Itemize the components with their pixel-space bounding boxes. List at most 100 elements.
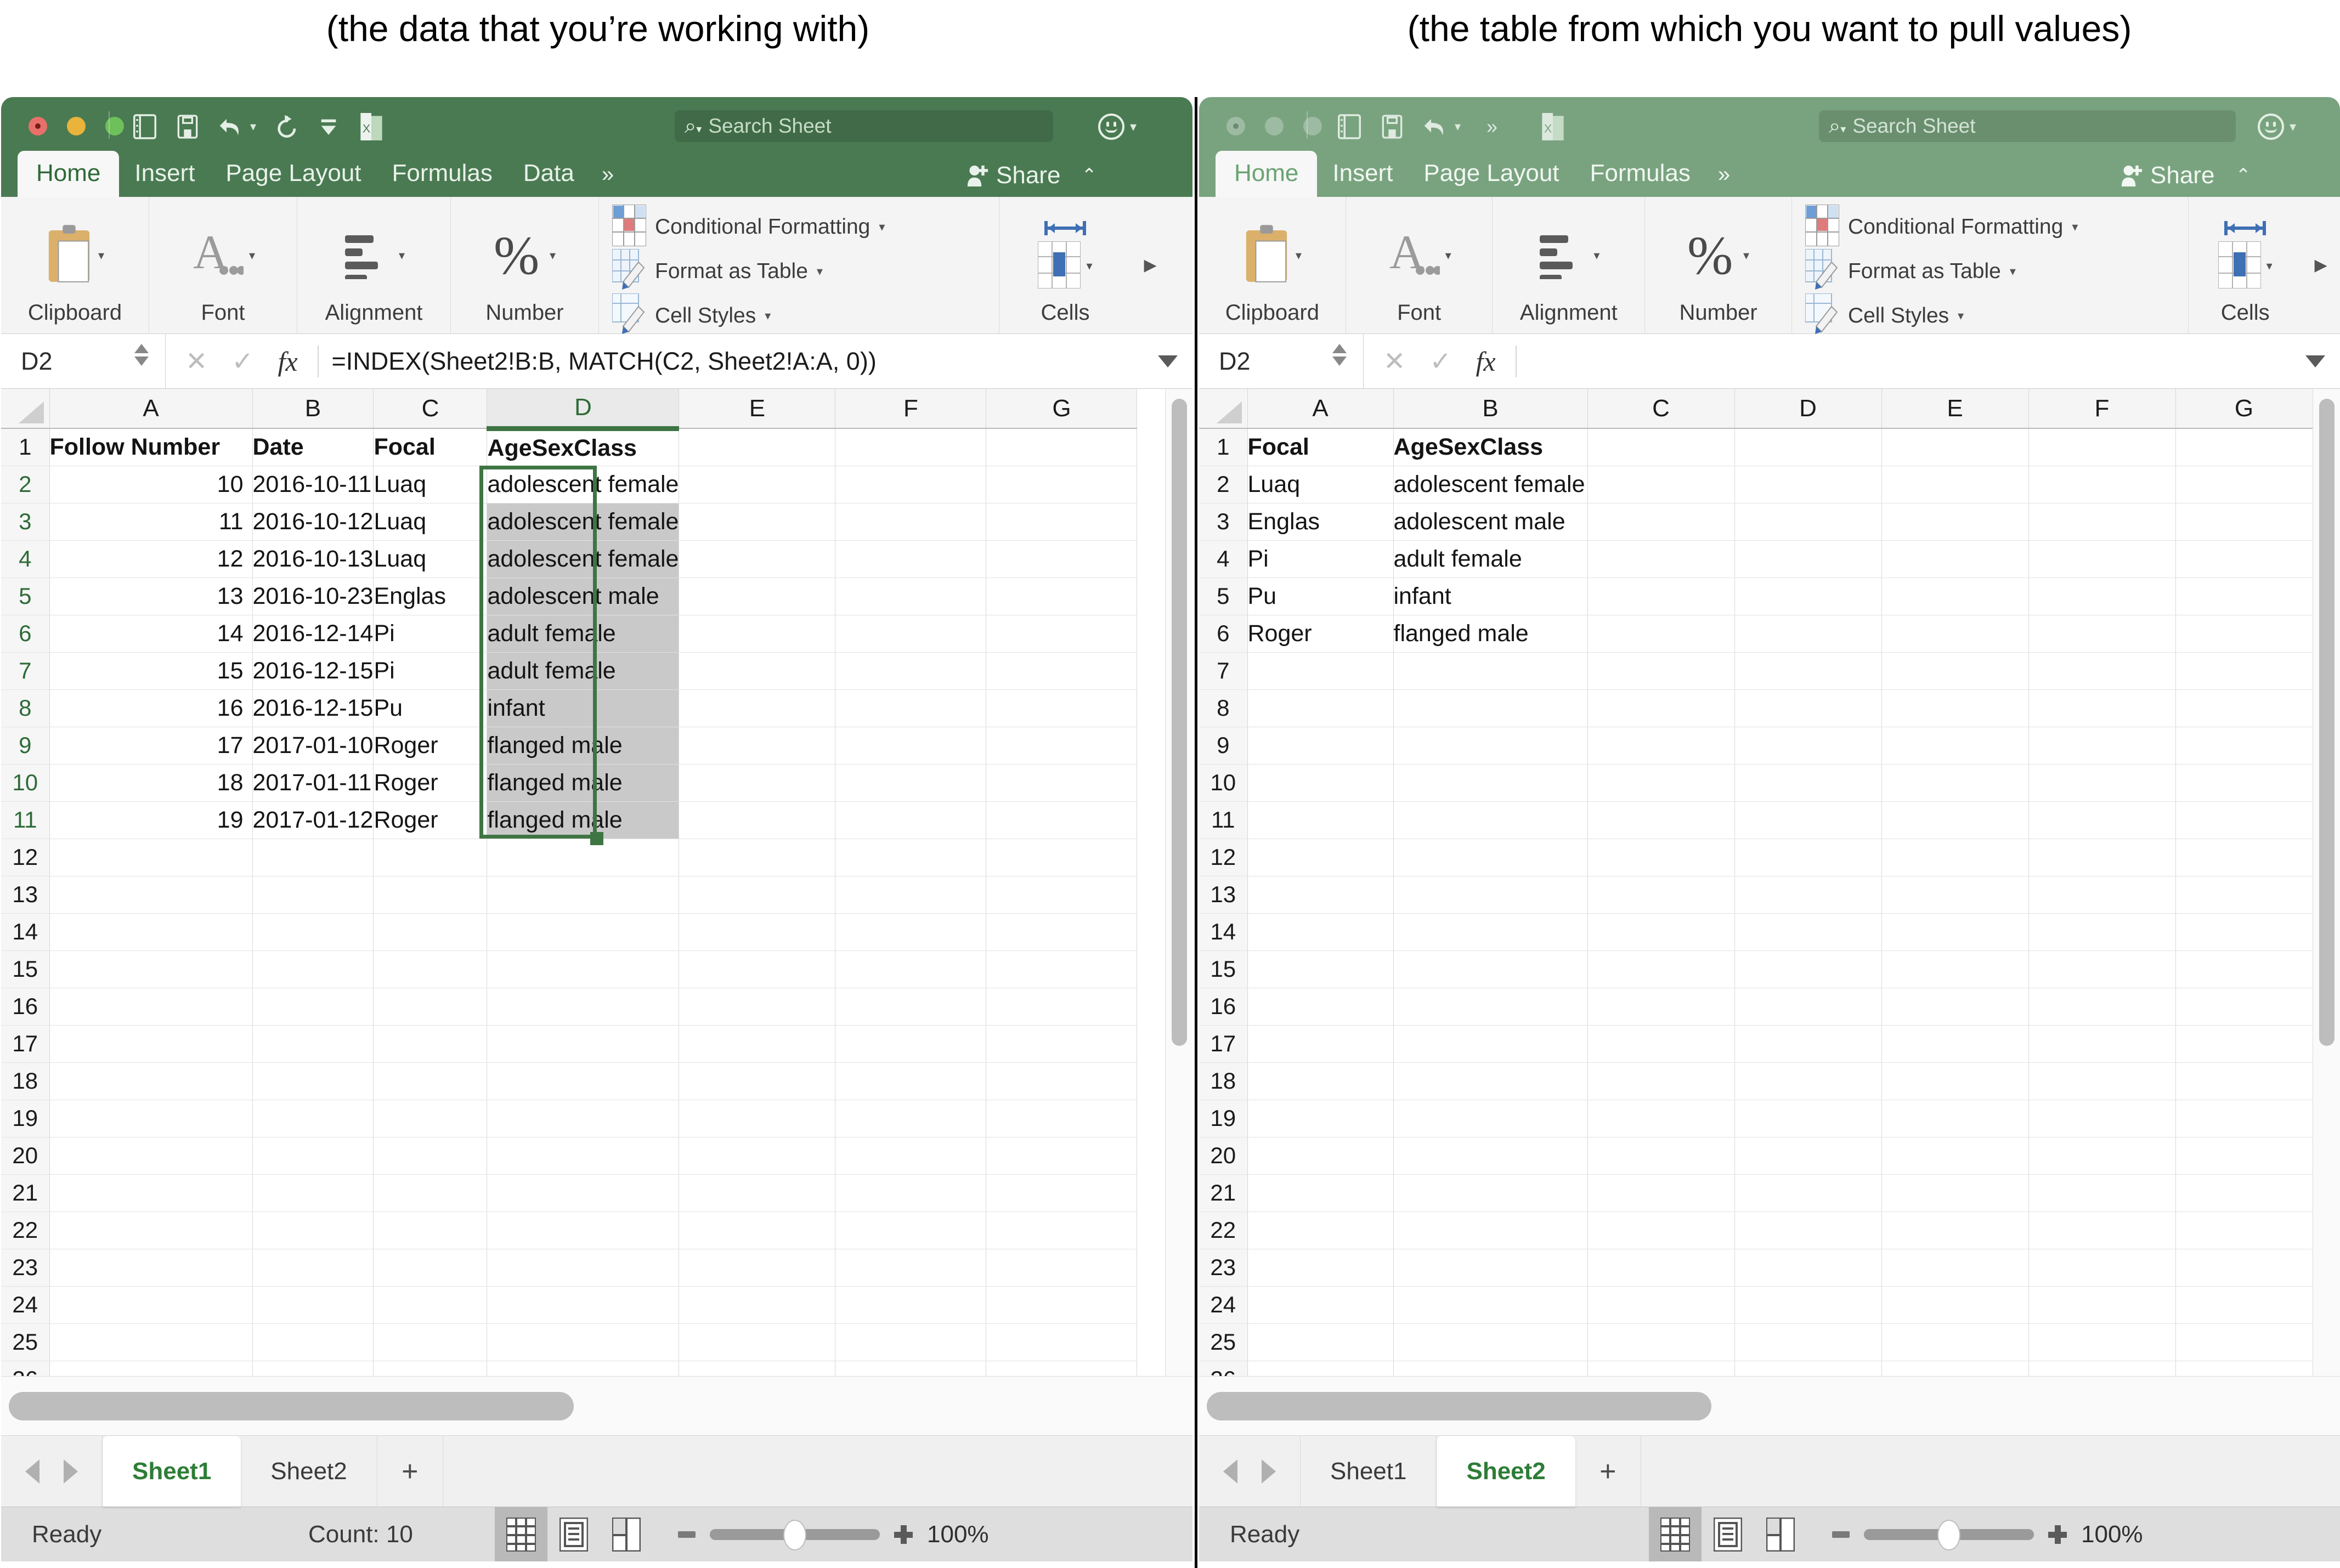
cell-g26[interactable]: [986, 1361, 1138, 1376]
cell-g8[interactable]: [2175, 689, 2313, 727]
cell-a2[interactable]: 10: [49, 466, 253, 503]
right-vertical-scroll-thumb[interactable]: [2319, 399, 2335, 1046]
row-header-18[interactable]: 18: [1, 1062, 50, 1100]
cell-g25[interactable]: [2175, 1323, 2313, 1361]
formula-input[interactable]: [1517, 334, 2291, 388]
feedback-smiley-button[interactable]: ▾: [2258, 114, 2296, 140]
cell-f7[interactable]: [2028, 652, 2176, 690]
cell-d12[interactable]: [1734, 839, 1882, 876]
cell-d13[interactable]: [1734, 876, 1882, 914]
tab-formulas[interactable]: Formulas: [1575, 152, 1706, 197]
cell-g6[interactable]: [986, 615, 1138, 653]
cell-g5[interactable]: [2175, 578, 2313, 615]
cell-a3[interactable]: 11: [49, 503, 253, 541]
cell-g16[interactable]: [2175, 988, 2313, 1026]
cell-a8[interactable]: 16: [49, 689, 253, 727]
cell-d8[interactable]: infant: [487, 689, 680, 727]
cell-d20[interactable]: [1734, 1137, 1882, 1175]
row-header-26[interactable]: 26: [1199, 1361, 1248, 1376]
accept-icon[interactable]: ✓: [231, 346, 253, 377]
cell-e11[interactable]: [1881, 801, 2029, 839]
conditional-formatting-caret-icon[interactable]: ▾: [879, 220, 885, 234]
row-header-2[interactable]: 2: [1, 466, 50, 503]
row-header-6[interactable]: 6: [1, 615, 50, 653]
cell-g6[interactable]: [2175, 615, 2313, 653]
cell-g11[interactable]: [986, 801, 1138, 839]
conditional-formatting-button[interactable]: Conditional Formatting ▾: [612, 204, 999, 249]
tab-page-layout[interactable]: Page Layout: [210, 152, 376, 197]
row-header-24[interactable]: 24: [1, 1286, 50, 1324]
cell-g4[interactable]: [986, 540, 1138, 578]
ribbon-scroll-right-icon[interactable]: ▶: [2302, 197, 2340, 333]
row-header-22[interactable]: 22: [1, 1212, 50, 1249]
cell-c1[interactable]: Focal: [373, 428, 488, 466]
cell-d17[interactable]: [487, 1025, 680, 1063]
row-header-19[interactable]: 19: [1199, 1100, 1248, 1137]
accept-icon[interactable]: ✓: [1429, 346, 1451, 377]
next-sheet-icon[interactable]: [1262, 1459, 1276, 1484]
cell-c8[interactable]: Pu: [373, 689, 488, 727]
row-header-24[interactable]: 24: [1199, 1286, 1248, 1324]
cell-a1[interactable]: Focal: [1247, 428, 1394, 466]
ribbon-scroll-right-icon[interactable]: ▶: [1131, 197, 1169, 333]
cell-e25[interactable]: [679, 1323, 836, 1361]
row-header-3[interactable]: 3: [1199, 503, 1248, 541]
cell-g13[interactable]: [2175, 876, 2313, 914]
cell-d5[interactable]: [1734, 578, 1882, 615]
cell-a4[interactable]: 12: [49, 540, 253, 578]
cell-d21[interactable]: [487, 1174, 680, 1212]
cell-f11[interactable]: [2028, 801, 2176, 839]
cell-b24[interactable]: [1393, 1286, 1588, 1324]
row-header-16[interactable]: 16: [1199, 988, 1248, 1026]
cell-c9[interactable]: [1587, 727, 1735, 765]
page-break-view-icon[interactable]: [600, 1507, 653, 1561]
sheet-tab-sheet2[interactable]: Sheet2: [1437, 1436, 1575, 1507]
cell-b6[interactable]: 2016-12-14: [252, 615, 374, 653]
cell-d6[interactable]: [1734, 615, 1882, 653]
cell-g18[interactable]: [986, 1062, 1138, 1100]
cell-e16[interactable]: [679, 988, 836, 1026]
cell-c19[interactable]: [373, 1100, 488, 1137]
cell-e21[interactable]: [679, 1174, 836, 1212]
column-header-b[interactable]: B: [1393, 389, 1588, 429]
cell-d1[interactable]: AgeSexClass: [487, 428, 680, 466]
row-header-22[interactable]: 22: [1199, 1212, 1248, 1249]
cell-g8[interactable]: [986, 689, 1138, 727]
cell-a22[interactable]: [49, 1212, 253, 1249]
cell-f10[interactable]: [835, 764, 987, 802]
cell-d20[interactable]: [487, 1137, 680, 1175]
row-header-25[interactable]: 25: [1, 1323, 50, 1361]
cell-a6[interactable]: Roger: [1247, 615, 1394, 653]
cell-d25[interactable]: [487, 1323, 680, 1361]
close-button[interactable]: [1226, 117, 1245, 135]
chevron-down-icon[interactable]: ▾: [1130, 119, 1137, 135]
cell-e26[interactable]: [1881, 1361, 2029, 1376]
ribbon-group-cells[interactable]: ▾ Cells: [999, 197, 1131, 334]
cell-e24[interactable]: [679, 1286, 836, 1324]
cell-e14[interactable]: [679, 913, 836, 951]
cell-styles-button[interactable]: Cell Styles ▾: [1804, 293, 2188, 338]
cell-c2[interactable]: [1587, 466, 1735, 503]
cell-b18[interactable]: [1393, 1062, 1588, 1100]
row-header-12[interactable]: 12: [1, 839, 50, 876]
cell-c12[interactable]: [373, 839, 488, 876]
cell-d10[interactable]: [1734, 764, 1882, 802]
column-header-c[interactable]: C: [1587, 389, 1735, 429]
redo-icon[interactable]: [273, 112, 299, 141]
cell-c13[interactable]: [373, 876, 488, 914]
cell-c10[interactable]: Roger: [373, 764, 488, 802]
name-box[interactable]: D2: [1199, 334, 1364, 388]
cell-b23[interactable]: [1393, 1249, 1588, 1287]
cell-a15[interactable]: [1247, 950, 1394, 988]
zoom-control[interactable]: 100%: [1807, 1519, 2189, 1550]
row-header-20[interactable]: 20: [1199, 1137, 1248, 1175]
cell-d17[interactable]: [1734, 1025, 1882, 1063]
cell-b22[interactable]: [1393, 1212, 1588, 1249]
cell-c11[interactable]: Roger: [373, 801, 488, 839]
cell-f18[interactable]: [2028, 1062, 2176, 1100]
cell-d26[interactable]: [487, 1361, 680, 1376]
cell-e26[interactable]: [679, 1361, 836, 1376]
cell-f23[interactable]: [2028, 1249, 2176, 1287]
row-header-15[interactable]: 15: [1, 950, 50, 988]
cell-a25[interactable]: [49, 1323, 253, 1361]
